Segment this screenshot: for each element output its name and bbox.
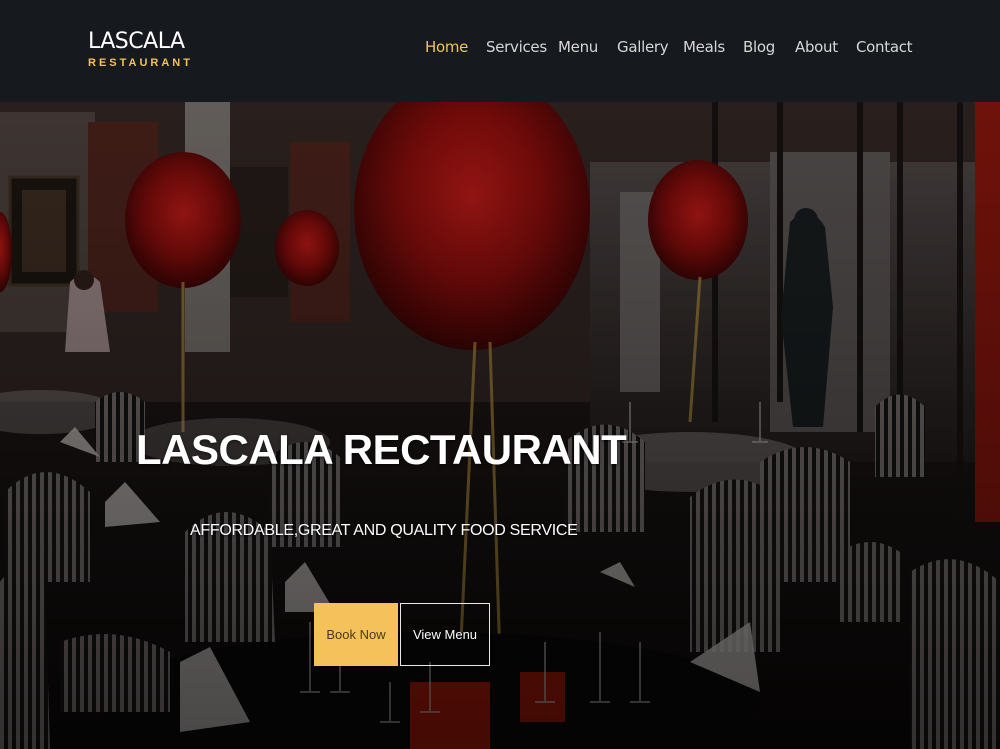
nav-contact[interactable]: Contact (856, 38, 913, 56)
hero-banner: LASCALA RECTAURANT AFFORDABLE,GREAT AND … (0, 102, 1000, 749)
nav-gallery[interactable]: Gallery (617, 38, 669, 56)
nav-meals[interactable]: Meals (683, 38, 725, 56)
book-now-button[interactable]: Book Now (314, 603, 398, 666)
nav-menu[interactable]: Menu (558, 38, 598, 56)
brand-tagline: RESTAURANT (88, 57, 193, 69)
brand-logo[interactable]: LASCALA RESTAURANT (88, 29, 193, 70)
nav-home[interactable]: Home (425, 38, 468, 56)
nav-blog[interactable]: Blog (743, 38, 775, 56)
navbar: LASCALA RESTAURANT Home Services Menu Ga… (0, 0, 1000, 102)
nav-services[interactable]: Services (486, 38, 547, 56)
hero-title: LASCALA RECTAURANT (136, 426, 627, 473)
view-menu-button[interactable]: View Menu (400, 603, 490, 666)
hero-subtitle: AFFORDABLE,GREAT AND QUALITY FOOD SERVIC… (190, 522, 578, 539)
nav-about[interactable]: About (795, 38, 838, 56)
brand-name: LASCALA (88, 29, 185, 54)
